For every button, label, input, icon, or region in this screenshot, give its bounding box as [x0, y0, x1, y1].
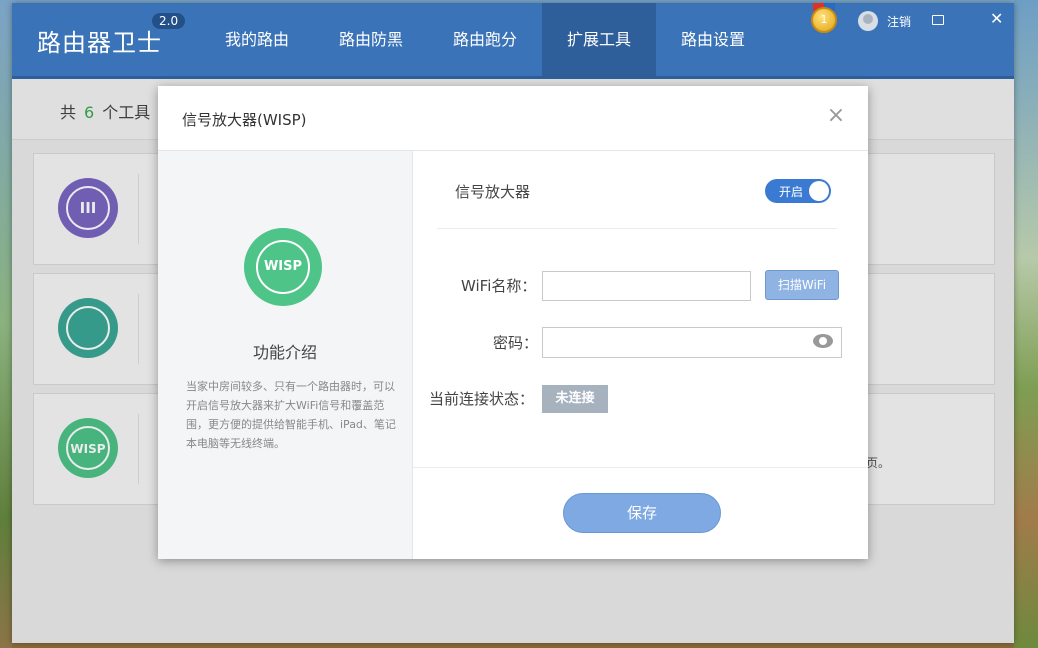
dialog-form: 信号放大器 开启 WiFi名称： 扫描WiFi 密码： 当前连接状态： 未连接 … [413, 151, 868, 559]
nav-router-benchmark[interactable]: 路由跑分 [428, 3, 542, 76]
nav-my-router[interactable]: 我的路由 [200, 3, 314, 76]
close-icon[interactable]: ✕ [990, 9, 1003, 28]
wifi-name-input[interactable] [542, 271, 751, 301]
wisp-icon: WISP [244, 228, 322, 306]
save-button[interactable]: 保存 [563, 493, 721, 533]
eye-icon[interactable] [813, 334, 833, 348]
desktop-background-left [0, 0, 12, 648]
dialog-title: 信号放大器(WISP) [182, 111, 307, 129]
wifi-name-label: WiFi名称： [461, 277, 537, 295]
desktop-background-right [1014, 0, 1038, 648]
amplifier-toggle[interactable]: 开启 [765, 179, 831, 203]
status-badge: 未连接 [542, 385, 608, 413]
password-field[interactable] [542, 327, 842, 358]
medal-icon[interactable]: 1 [811, 7, 837, 33]
main-nav: 我的路由 路由防黑 路由跑分 扩展工具 路由设置 [200, 3, 770, 76]
feedback-icon[interactable] [932, 15, 944, 25]
toggle-label: 开启 [779, 185, 804, 199]
nav-router-security[interactable]: 路由防黑 [314, 3, 428, 76]
dialog-intro-panel: WISP 功能介绍 当家中房间较多、只有一个路由器时，可以开启信号放大器来扩大W… [158, 151, 413, 559]
connection-status-label: 当前连接状态： [429, 390, 535, 408]
nav-extension-tools[interactable]: 扩展工具 [542, 3, 656, 76]
nav-router-settings[interactable]: 路由设置 [656, 3, 770, 76]
app-brand: 路由器卫士 [37, 29, 162, 57]
toggle-knob [809, 181, 829, 201]
form-divider [437, 228, 837, 229]
password-label: 密码： [493, 334, 539, 352]
logout-link[interactable]: 注销 [887, 13, 911, 30]
wisp-icon-label: WISP [256, 240, 310, 294]
amplifier-label: 信号放大器 [455, 183, 531, 201]
dialog-header: 信号放大器(WISP) × [158, 86, 868, 151]
footer-divider [413, 467, 868, 468]
intro-title: 功能介绍 [252, 343, 317, 362]
close-icon[interactable]: × [826, 105, 846, 127]
wisp-dialog: 信号放大器(WISP) × WISP 功能介绍 当家中房间较多、只有一个路由器时… [158, 86, 868, 559]
avatar[interactable] [858, 11, 878, 31]
scan-wifi-button[interactable]: 扫描WiFi [765, 270, 839, 300]
intro-text: 当家中房间较多、只有一个路由器时，可以开启信号放大器来扩大WiFi信号和覆盖范围… [186, 380, 396, 450]
top-bar: 路由器卫士 2.0 我的路由 路由防黑 路由跑分 扩展工具 路由设置 1 注销 … [12, 3, 1014, 79]
version-badge: 2.0 [152, 13, 186, 29]
